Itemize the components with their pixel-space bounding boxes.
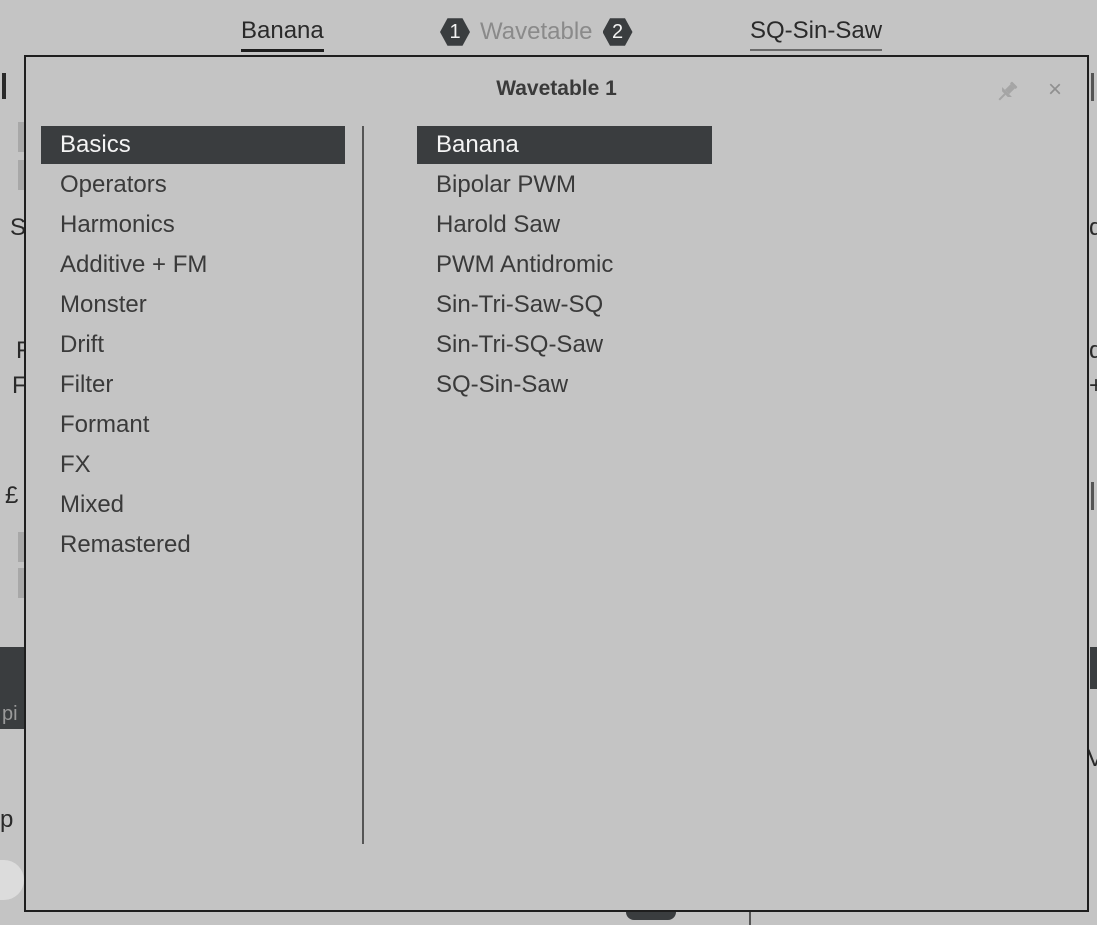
- background-control-edge: [1091, 73, 1094, 101]
- close-icon[interactable]: ×: [1042, 75, 1068, 105]
- osc2-number-badge[interactable]: 2: [602, 18, 633, 46]
- background-label-fragment: d: [1089, 337, 1097, 364]
- background-divider: [749, 912, 751, 925]
- popup-title: Wavetable 1: [496, 77, 617, 100]
- preset-item-bipolar-pwm[interactable]: Bipolar PWM: [417, 166, 712, 206]
- wavetable-preset-list: Banana Bipolar PWM Harold Saw PWM Antidr…: [417, 126, 712, 406]
- background-label-fragment: p: [0, 806, 14, 833]
- category-item-operators[interactable]: Operators: [41, 166, 345, 206]
- preset-item-pwm-antidromic[interactable]: PWM Antidromic: [417, 246, 712, 286]
- pin-icon[interactable]: [994, 79, 1020, 105]
- background-label-fragment: +: [1089, 372, 1097, 399]
- category-item-filter[interactable]: Filter: [41, 366, 345, 406]
- category-list: Basics Operators Harmonics Additive + FM…: [41, 126, 345, 566]
- background-label-fragment: £: [5, 482, 19, 509]
- preset-item-banana[interactable]: Banana: [417, 126, 712, 164]
- category-item-remastered[interactable]: Remastered: [41, 526, 345, 566]
- background-dark-panel: [1090, 647, 1097, 689]
- background-control-edge: [1091, 482, 1094, 510]
- category-item-drift[interactable]: Drift: [41, 326, 345, 366]
- background-knob: [626, 912, 676, 920]
- oscillator-tab-bar: Banana 1 Wavetable 2 SQ-Sin-Saw: [0, 0, 1097, 56]
- preset-item-sin-tri-saw-sq[interactable]: Sin-Tri-Saw-SQ: [417, 286, 712, 326]
- osc1-wavetable-tab[interactable]: Banana: [241, 17, 324, 52]
- category-item-mixed[interactable]: Mixed: [41, 486, 345, 526]
- category-item-additive-fm[interactable]: Additive + FM: [41, 246, 345, 286]
- background-control-edge: [2, 73, 6, 99]
- preset-item-sin-tri-sq-saw[interactable]: Sin-Tri-SQ-Saw: [417, 326, 712, 366]
- column-divider: [362, 126, 364, 844]
- osc1-number-badge[interactable]: 1: [440, 18, 470, 46]
- preset-item-harold-saw[interactable]: Harold Saw: [417, 206, 712, 246]
- background-knob: [0, 860, 24, 900]
- wavetable-osc-selector: 1 Wavetable 2: [440, 16, 633, 48]
- background-label-fragment: pi: [2, 703, 18, 725]
- category-item-monster[interactable]: Monster: [41, 286, 345, 326]
- wavetable-section-label: Wavetable: [480, 18, 593, 45]
- osc2-wavetable-tab[interactable]: SQ-Sin-Saw: [750, 17, 883, 51]
- category-item-fx[interactable]: FX: [41, 446, 345, 486]
- category-item-formant[interactable]: Formant: [41, 406, 345, 446]
- category-item-basics[interactable]: Basics: [41, 126, 345, 164]
- preset-item-sq-sin-saw[interactable]: SQ-Sin-Saw: [417, 366, 712, 406]
- wavetable-browser-popup: Wavetable 1 × Basics Operators Harmonics…: [24, 55, 1089, 912]
- background-label-fragment: d: [1089, 214, 1097, 241]
- category-item-harmonics[interactable]: Harmonics: [41, 206, 345, 246]
